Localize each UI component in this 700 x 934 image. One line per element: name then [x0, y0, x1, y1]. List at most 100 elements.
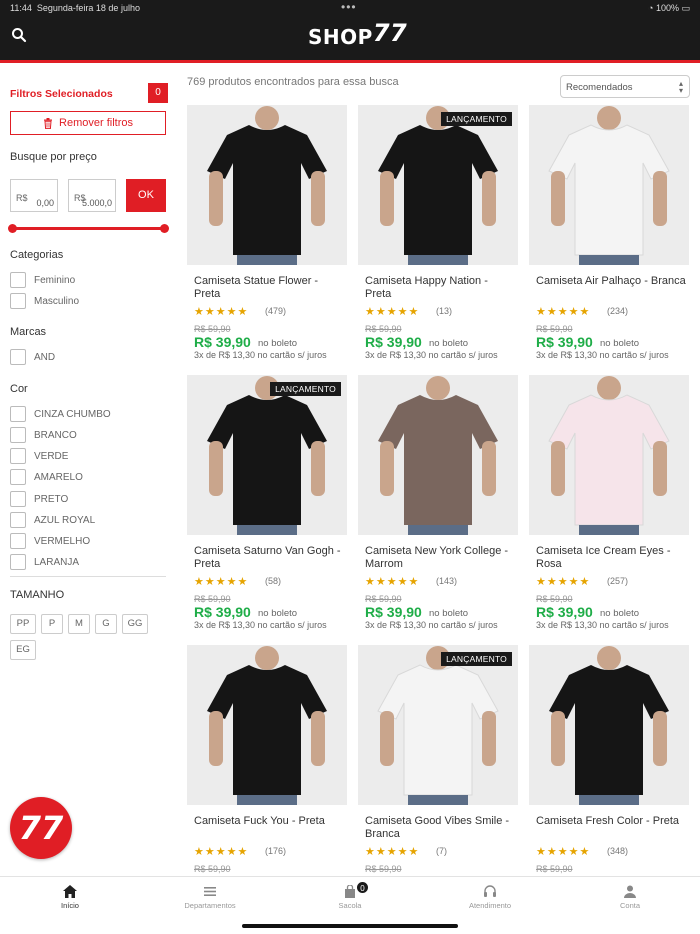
installments-text: 3x de R$ 13,30 no cartão s/ juros — [365, 620, 498, 630]
star-rating: ★★★★★ — [365, 306, 420, 318]
product-image[interactable] — [529, 105, 689, 265]
installments-text: 3x de R$ 13,30 no cartão s/ juros — [365, 350, 498, 360]
review-count: (143) — [436, 576, 458, 586]
price-slider-min-handle[interactable] — [8, 224, 17, 233]
checkbox[interactable] — [10, 554, 26, 570]
size-option[interactable]: GG — [122, 614, 148, 634]
checkbox[interactable] — [10, 427, 26, 443]
tab-label: Sacola — [338, 901, 362, 910]
home-indicator — [242, 924, 458, 928]
size-option[interactable]: G — [95, 614, 117, 634]
product-name[interactable]: Camiseta New York College - Marrom — [365, 545, 515, 570]
size-option[interactable]: EG — [10, 640, 36, 660]
price-range-slider[interactable] — [8, 224, 169, 233]
checkbox[interactable] — [10, 491, 26, 507]
color-option[interactable]: AMARELO — [10, 469, 83, 485]
shop77-float-button[interactable]: 77 — [10, 797, 72, 859]
product-name[interactable]: Camiseta Air Palhaço - Branca — [536, 275, 686, 288]
price-note: no boleto — [258, 608, 298, 619]
selected-filters-count: 0 — [148, 83, 168, 103]
color-option[interactable]: PRETO — [10, 491, 68, 507]
price-min-input[interactable]: R$ 0,00 — [10, 179, 58, 212]
price-filter-title: Busque por preço — [10, 151, 97, 163]
category-label: Feminino — [34, 274, 76, 286]
product-image[interactable]: LANÇAMENTO — [358, 645, 518, 805]
category-option[interactable]: Feminino — [10, 272, 75, 288]
shop77-logo[interactable]: SHOP77 — [308, 19, 407, 50]
checkbox[interactable] — [10, 448, 26, 464]
checkbox[interactable] — [10, 272, 26, 288]
color-label: BRANCO — [34, 429, 77, 441]
color-option[interactable]: AZUL ROYAL — [10, 512, 95, 528]
checkbox[interactable] — [10, 293, 26, 309]
size-option[interactable]: P — [41, 614, 63, 634]
color-title: Cor — [10, 383, 28, 395]
currency-label: R$ — [16, 193, 28, 203]
category-option[interactable]: Masculino — [10, 293, 79, 309]
bag-icon — [345, 885, 355, 898]
brand-label: AND — [34, 351, 56, 363]
color-label: CINZA CHUMBO — [34, 408, 111, 420]
color-label: VERMELHO — [34, 535, 91, 547]
price-max-input[interactable]: R$ 5.000,0 — [68, 179, 116, 212]
tab-label: Departamentos — [184, 901, 236, 910]
product-name[interactable]: Camiseta Happy Nation - Preta — [365, 275, 515, 300]
product-image[interactable]: LANÇAMENTO — [358, 105, 518, 265]
product-image[interactable] — [529, 375, 689, 535]
size-option[interactable]: PP — [10, 614, 36, 634]
tab-inicio[interactable]: Início — [0, 885, 140, 910]
checkbox[interactable] — [10, 406, 26, 422]
product-name[interactable]: Camiseta Ice Cream Eyes - Rosa — [536, 545, 686, 570]
tshirt-photo — [529, 375, 689, 535]
product-price: R$ 39,90 — [536, 604, 593, 620]
price-ok-button[interactable]: OK — [126, 179, 166, 212]
trash-icon — [44, 117, 53, 129]
product-name[interactable]: Camiseta Statue Flower - Preta — [194, 275, 344, 300]
brand-option[interactable]: AND — [10, 349, 55, 365]
tab-atendimento[interactable]: Atendimento — [420, 885, 560, 910]
product-image[interactable] — [187, 105, 347, 265]
price-slider-max-handle[interactable] — [160, 224, 169, 233]
color-label: LARANJA — [34, 556, 80, 568]
chevron-updown-icon: ▴ ▾ — [678, 79, 683, 95]
remove-filters-button[interactable]: Remover filtros — [10, 111, 166, 135]
star-rating: ★★★★★ — [536, 846, 591, 858]
sort-selected-value: Recomendados — [566, 82, 633, 93]
product-image[interactable] — [358, 375, 518, 535]
review-count: (348) — [607, 846, 629, 856]
multitask-dots[interactable]: ••• — [341, 0, 357, 14]
search-icon[interactable] — [10, 26, 28, 44]
brands-title: Marcas — [10, 326, 47, 338]
product-image[interactable] — [529, 645, 689, 805]
product-image[interactable]: LANÇAMENTO — [187, 375, 347, 535]
checkbox[interactable] — [10, 469, 26, 485]
old-price: R$ 59,90 — [365, 324, 402, 334]
product-name[interactable]: Camiseta Good Vibes Smile - Branca — [365, 815, 515, 840]
checkbox[interactable] — [10, 349, 26, 365]
color-option[interactable]: VERMELHO — [10, 533, 90, 549]
star-rating: ★★★★★ — [194, 576, 249, 588]
star-rating: ★★★★★ — [365, 576, 420, 588]
status-battery: ◔ 100% ▭ — [647, 3, 690, 13]
color-option[interactable]: BRANCO — [10, 427, 77, 443]
color-option[interactable]: CINZA CHUMBO — [10, 406, 111, 422]
product-name[interactable]: Camiseta Fresh Color - Preta — [536, 815, 686, 828]
tab-sacola[interactable]: 0 Sacola — [280, 881, 420, 910]
product-name[interactable]: Camiseta Saturno Van Gogh - Preta — [194, 545, 344, 570]
launch-badge: LANÇAMENTO — [270, 382, 341, 396]
header-accent-line — [0, 60, 700, 63]
checkbox[interactable] — [10, 512, 26, 528]
color-option[interactable]: LARANJA — [10, 554, 79, 570]
tab-conta[interactable]: Conta — [560, 885, 700, 910]
price-max-value: 5.000,0 — [81, 198, 112, 208]
color-label: PRETO — [34, 493, 69, 505]
size-option[interactable]: M — [68, 614, 90, 634]
product-price: R$ 39,90 — [365, 604, 422, 620]
color-option[interactable]: VERDE — [10, 448, 68, 464]
checkbox[interactable] — [10, 533, 26, 549]
sort-select[interactable]: Recomendados ▴ ▾ — [560, 75, 690, 98]
user-icon — [624, 885, 636, 898]
tab-departamentos[interactable]: Departamentos — [140, 885, 280, 910]
product-image[interactable] — [187, 645, 347, 805]
product-name[interactable]: Camiseta Fuck You - Preta — [194, 815, 344, 828]
